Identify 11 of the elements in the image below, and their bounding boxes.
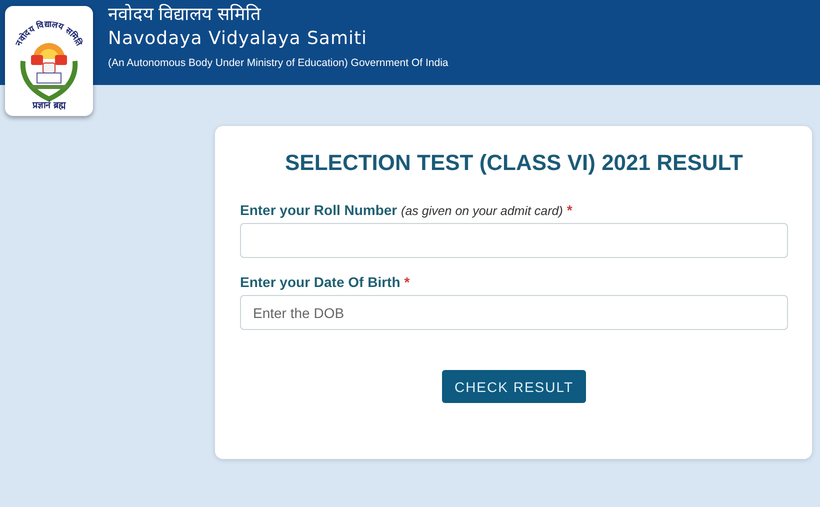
site-title: Navodaya Vidyalaya Samiti [108,27,368,51]
field-label: Enter your Roll Number (as given on your admit card) [240,202,563,218]
field-label: Enter your Date Of Birth [240,274,400,290]
site-subtitle: (An Autonomous Body Under Ministry of Education) Government Of India [108,56,448,71]
site-title-hindi: नवोदय विद्यालय समिति [108,4,262,26]
required-mark: * [566,202,572,218]
input-field[interactable]: Enter the DOB [240,295,788,330]
form-title: SELECTION TEST (CLASS VI) 2021 RESULT [284,150,744,176]
check-result-button[interactable]: CHECK RESULT [442,370,586,403]
input-field[interactable] [240,223,788,258]
required-mark: * [404,274,410,290]
